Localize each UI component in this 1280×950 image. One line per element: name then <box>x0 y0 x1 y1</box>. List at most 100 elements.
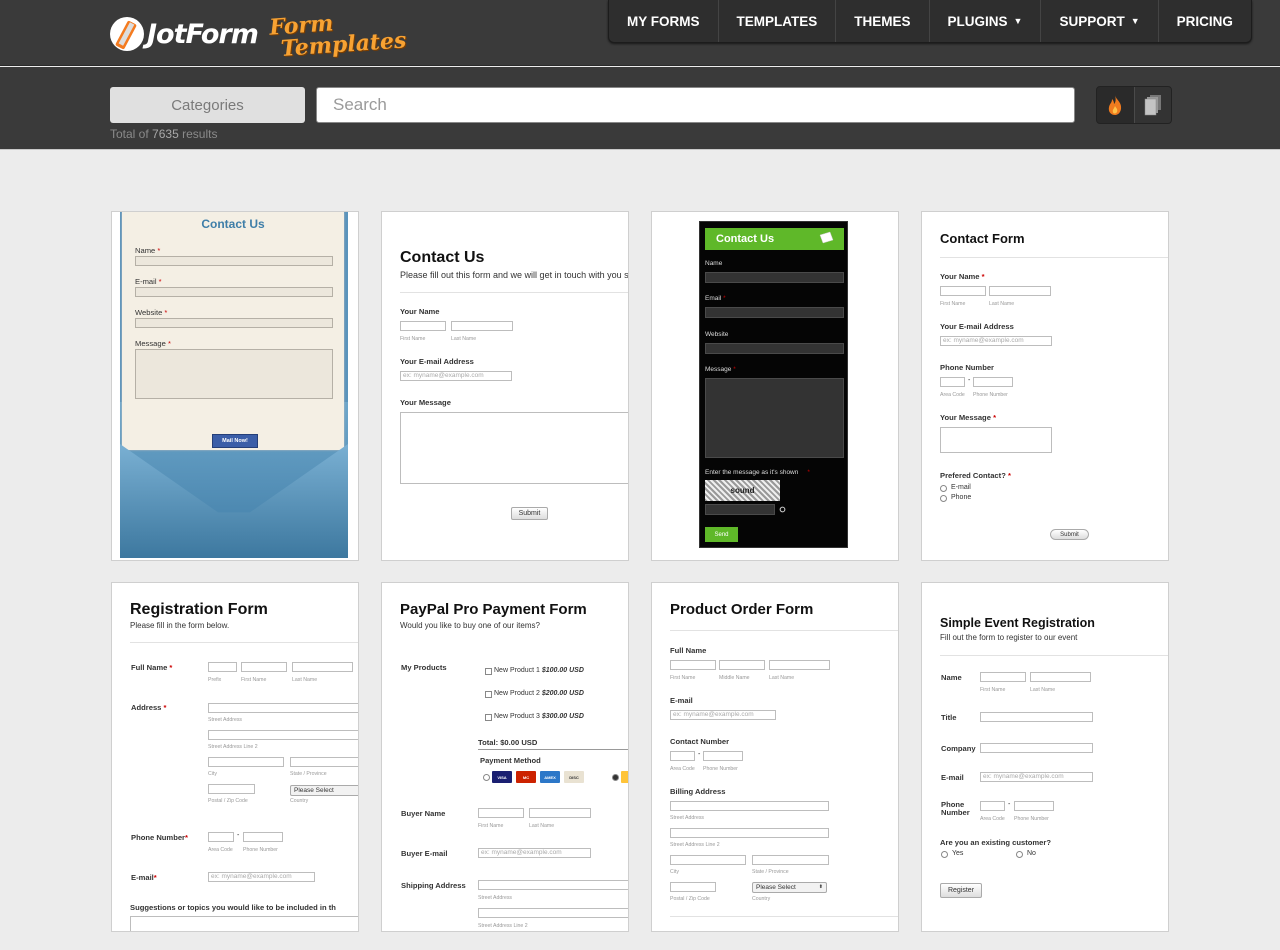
city-input[interactable] <box>670 855 746 865</box>
area-code-input[interactable] <box>940 377 965 387</box>
product-item: New Product 1 $100.00 USD <box>494 667 584 674</box>
country-select[interactable]: Please Select ⬍ <box>752 882 827 893</box>
country-select[interactable]: Please Select <box>290 785 358 796</box>
street2-input[interactable] <box>670 828 829 838</box>
popular-view-button[interactable] <box>1097 87 1134 123</box>
email-input[interactable]: ex: myname@example.com <box>670 710 776 720</box>
email-input[interactable] <box>135 287 333 297</box>
refresh-icon[interactable] <box>779 506 786 513</box>
street-input[interactable] <box>208 703 358 713</box>
dash: - <box>698 751 701 758</box>
template-card[interactable]: Registration Form Please fill in the for… <box>111 582 359 932</box>
product-checkbox[interactable] <box>485 668 492 675</box>
street-input[interactable] <box>670 801 829 811</box>
message-textarea[interactable] <box>705 378 844 458</box>
send-button[interactable]: Send <box>705 527 738 542</box>
form-title: Simple Event Registration <box>940 616 1095 630</box>
name-input[interactable] <box>135 256 333 266</box>
email-input[interactable]: ex: myname@example.com <box>980 772 1093 782</box>
state-input[interactable] <box>290 757 358 767</box>
middle-name-input[interactable] <box>719 660 765 670</box>
radio-yes[interactable] <box>941 851 948 858</box>
first-name-input[interactable] <box>940 286 986 296</box>
last-name-input[interactable] <box>989 286 1051 296</box>
form-title: Contact Form <box>940 231 1025 246</box>
last-name-input[interactable] <box>1030 672 1091 682</box>
message-textarea[interactable] <box>940 427 1052 453</box>
product-checkbox[interactable] <box>485 714 492 721</box>
sublabel: Postal / Zip Code <box>670 896 710 902</box>
template-card[interactable]: Contact Us Name Email * Website Message … <box>651 211 899 561</box>
last-name-input[interactable] <box>292 662 353 672</box>
categories-button[interactable]: Categories <box>110 87 305 123</box>
name-input[interactable] <box>705 272 844 283</box>
product-checkbox[interactable] <box>485 691 492 698</box>
radio-phone[interactable] <box>940 495 947 502</box>
email-input[interactable]: ex: myname@example.com <box>400 371 512 381</box>
stack-view-button[interactable] <box>1133 87 1171 123</box>
nav-templates[interactable]: TEMPLATES <box>719 0 837 42</box>
message-textarea[interactable] <box>400 412 628 484</box>
logo-text: JotForm <box>147 18 259 50</box>
email-input[interactable]: ex: myname@example.com <box>478 848 591 858</box>
street2-input[interactable] <box>478 908 628 918</box>
logo-sub-line-2: Templates <box>280 27 408 62</box>
jotform-logo-icon <box>110 17 144 51</box>
first-name-input[interactable] <box>400 321 446 331</box>
city-input[interactable] <box>208 757 284 767</box>
first-name-input[interactable] <box>478 808 524 818</box>
website-input[interactable] <box>135 318 333 328</box>
area-code-input[interactable] <box>208 832 234 842</box>
radio-no[interactable] <box>1016 851 1023 858</box>
street-input[interactable] <box>478 880 628 890</box>
submit-button[interactable]: Submit <box>511 507 548 520</box>
suggestions-textarea[interactable] <box>130 916 358 931</box>
submit-button[interactable]: Submit <box>1050 529 1089 540</box>
postal-input[interactable] <box>208 784 255 794</box>
company-input[interactable] <box>980 743 1093 753</box>
nav-my-forms[interactable]: MY FORMS <box>609 0 719 42</box>
prefix-input[interactable] <box>208 662 237 672</box>
field-label: E-mail* <box>131 873 157 882</box>
nav-plugins[interactable]: PLUGINS ▼ <box>930 0 1042 42</box>
template-card[interactable]: Simple Event Registration Fill out the f… <box>921 582 1169 932</box>
title-input[interactable] <box>980 712 1093 722</box>
message-textarea[interactable] <box>135 349 333 399</box>
phone-input[interactable] <box>973 377 1013 387</box>
email-input[interactable] <box>705 307 844 318</box>
state-input[interactable] <box>752 855 829 865</box>
template-card[interactable]: Contact Form Your Name * First Name Last… <box>921 211 1169 561</box>
nav-support[interactable]: SUPPORT ▼ <box>1041 0 1159 42</box>
mail-now-button[interactable]: Mail Now! <box>212 434 258 448</box>
phone-input[interactable] <box>1014 801 1054 811</box>
street2-input[interactable] <box>208 730 358 740</box>
jotform-logo[interactable]: JotForm <box>110 14 259 54</box>
phone-input[interactable] <box>243 832 283 842</box>
payment-radio[interactable] <box>483 774 490 781</box>
captcha-input[interactable] <box>705 504 775 515</box>
first-name-input[interactable] <box>980 672 1026 682</box>
postal-input[interactable] <box>670 882 716 892</box>
first-name-input[interactable] <box>241 662 287 672</box>
last-name-input[interactable] <box>529 808 591 818</box>
template-card[interactable]: Product Order Form Full Name First Name … <box>651 582 899 932</box>
last-name-input[interactable] <box>451 321 513 331</box>
phone-input[interactable] <box>703 751 743 761</box>
radio-email[interactable] <box>940 485 947 492</box>
nav-themes[interactable]: THEMES <box>836 0 930 42</box>
last-name-input[interactable] <box>769 660 830 670</box>
template-card[interactable]: Contact Us Name * E-mail * Website * Mes… <box>111 211 359 561</box>
area-code-input[interactable] <box>980 801 1005 811</box>
register-button[interactable]: Register <box>940 883 982 898</box>
nav-pricing[interactable]: PRICING <box>1159 0 1251 42</box>
template-card[interactable]: Contact Us Please fill out this form and… <box>381 211 629 561</box>
website-input[interactable] <box>705 343 844 354</box>
template-card[interactable]: PayPal Pro Payment Form Would you like t… <box>381 582 629 932</box>
email-input[interactable]: ex: myname@example.com <box>940 336 1052 346</box>
paypal-radio[interactable] <box>612 774 619 781</box>
first-name-input[interactable] <box>670 660 716 670</box>
email-input[interactable]: ex: myname@example.com <box>208 872 315 882</box>
search-input[interactable] <box>316 87 1075 123</box>
area-code-input[interactable] <box>670 751 695 761</box>
field-label: Message * <box>135 339 171 348</box>
